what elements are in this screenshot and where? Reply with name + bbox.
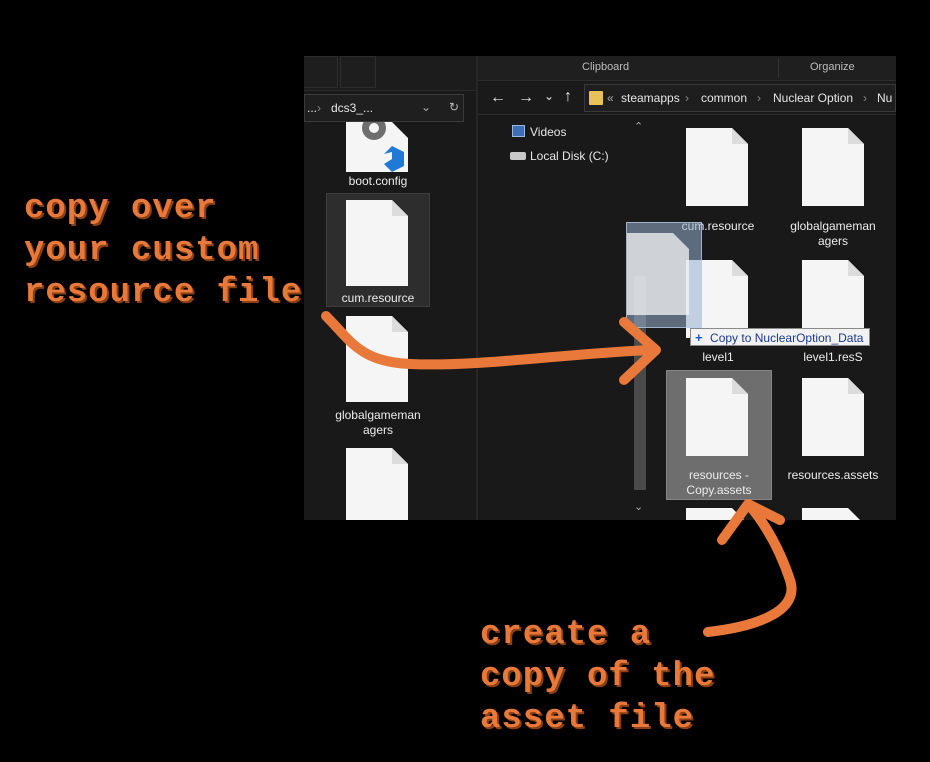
arrow-to-target-folder [321,311,655,370]
annotation-arrows [321,311,797,637]
